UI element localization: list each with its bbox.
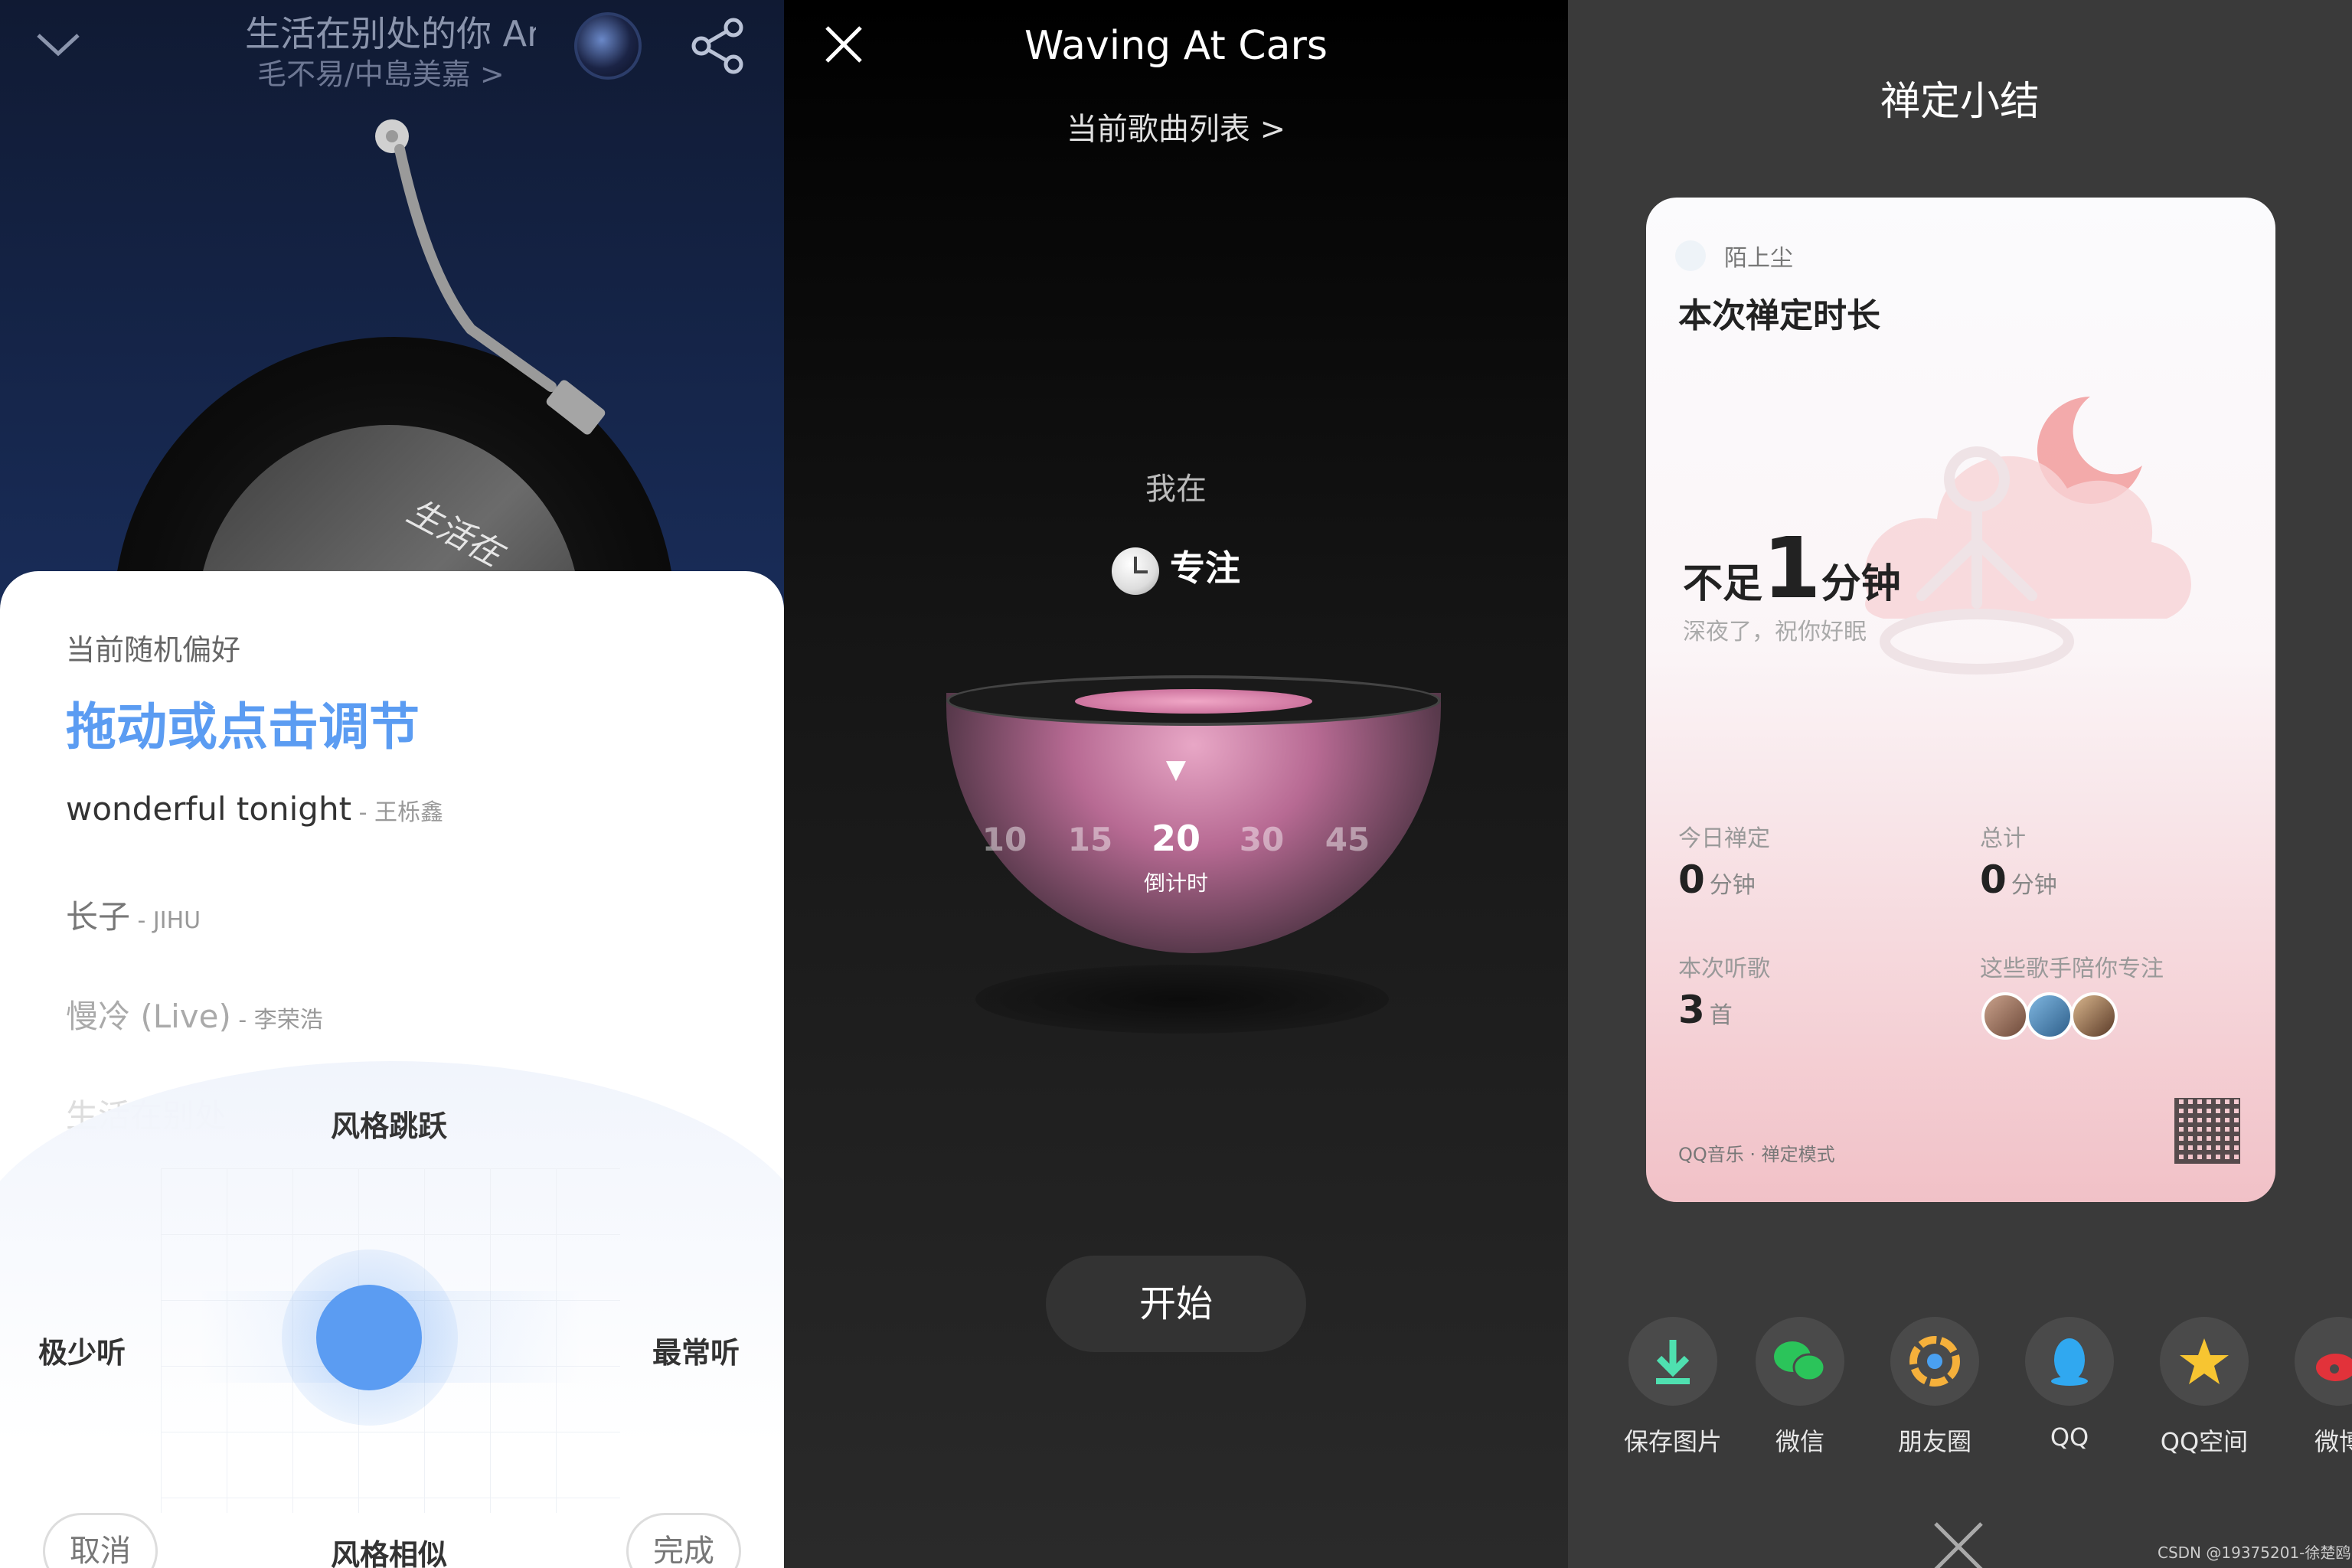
done-button[interactable]: 完成 xyxy=(626,1513,741,1568)
share-label: QQ xyxy=(2050,1423,2089,1452)
singer-avatar xyxy=(2026,992,2073,1040)
dial-marker-icon: ▼ xyxy=(1165,754,1187,785)
track-title: Waving At Cars xyxy=(1024,23,1328,69)
total-unit: 分钟 xyxy=(2011,872,2057,899)
axis-left-label: 极少听 xyxy=(38,1336,126,1370)
user-avatar xyxy=(1675,240,1706,271)
share-label: 微信 xyxy=(1775,1427,1824,1456)
song-list-title: 慢冷 (Live) xyxy=(66,998,231,1035)
duration-prefix: 不足 xyxy=(1683,561,1763,607)
song-list-artist: - 王栎鑫 xyxy=(351,799,443,826)
dial-tick[interactable]: 30 xyxy=(1219,821,1305,858)
share-label: 保存图片 xyxy=(1623,1427,1722,1456)
duration-suffix: 分钟 xyxy=(1821,561,1901,607)
share-qzone[interactable]: QQ空间 xyxy=(2147,1317,2262,1458)
songs-unit: 首 xyxy=(1709,1002,1733,1029)
song-list-artist: - 李荣浩 xyxy=(230,1007,323,1034)
today-number: 0 xyxy=(1678,858,1705,902)
download-icon xyxy=(1628,1317,1717,1406)
clock-icon xyxy=(1112,547,1159,595)
singer-avatar xyxy=(2070,992,2118,1040)
share-save-image[interactable]: 保存图片 xyxy=(1615,1317,1730,1458)
total-value: 0 分钟 xyxy=(1980,858,2057,902)
qr-code xyxy=(2174,1098,2240,1164)
dial-tick[interactable]: 45 xyxy=(1305,821,1390,858)
songs-label: 本次听歌 xyxy=(1678,956,1770,982)
share-wechat[interactable]: 微信 xyxy=(1743,1317,1857,1458)
today-value: 0 分钟 xyxy=(1678,858,1756,902)
axis-top-label: 风格跳跃 xyxy=(331,1109,448,1143)
close-icon[interactable] xyxy=(1928,1516,1989,1568)
duration-number: 1 xyxy=(1762,519,1821,617)
duration-subtitle: 深夜了，祝你好眠 xyxy=(1683,619,1867,645)
cancel-button[interactable]: 取消 xyxy=(43,1513,158,1568)
status-prefix: 我在 xyxy=(1145,472,1207,507)
meditation-summary-panel: 禅定小结 陌上尘 本次禅定时长 不足1分钟 深夜了，祝你好眠 今日禅定 0 分钟 … xyxy=(1568,0,2352,1568)
bowl-inner-glow xyxy=(1075,689,1312,714)
dial-tick[interactable]: 10 xyxy=(962,821,1047,858)
weibo-icon xyxy=(2295,1317,2352,1406)
song-list-item[interactable]: 慢冷 (Live) - 李荣浩 xyxy=(66,991,323,1037)
focus-mode-selector[interactable]: 专注 xyxy=(784,541,1568,595)
today-label: 今日禅定 xyxy=(1678,825,1770,852)
axis-bottom-label: 风格相似 xyxy=(331,1538,448,1568)
song-list-item[interactable]: 长子 - JIHU xyxy=(66,891,201,938)
card-title: 本次禅定时长 xyxy=(1678,296,1880,335)
dial-tick-selected[interactable]: 20 xyxy=(1133,818,1219,859)
share-weibo[interactable]: 微博 xyxy=(2282,1317,2352,1458)
wechat-icon xyxy=(1756,1317,1844,1406)
share-label: 朋友圈 xyxy=(1897,1427,1971,1456)
today-unit: 分钟 xyxy=(1709,872,1756,899)
share-label: 微博 xyxy=(2314,1427,2352,1456)
duration-display: 不足1分钟 xyxy=(1683,519,1901,617)
preference-title: 拖动或点击调节 xyxy=(66,697,420,756)
summary-title: 禅定小结 xyxy=(1880,79,2040,125)
time-dial[interactable]: 10 15 20 30 45 xyxy=(784,818,1568,859)
songs-value: 3首 xyxy=(1678,988,1733,1032)
total-number: 0 xyxy=(1980,858,2007,902)
music-player-panel: 生活在别处的你 Ar 毛不易/中島美嘉 > 生活在 当前随机偏好 拖动或点击调节… xyxy=(0,0,784,1568)
preference-subtitle: 当前随机偏好 xyxy=(66,633,241,667)
user-name: 陌上尘 xyxy=(1724,245,1793,272)
bowl-shadow xyxy=(975,965,1389,1034)
watermark-text: CSDN @19375201-徐楚鸥 xyxy=(2158,1544,2351,1562)
song-list-title: 长子 xyxy=(66,898,131,936)
drag-handle[interactable] xyxy=(316,1285,422,1390)
dial-tick[interactable]: 15 xyxy=(1047,821,1133,858)
song-list-title: wonderful tonight xyxy=(66,790,352,828)
countdown-label: 倒计时 xyxy=(1143,871,1208,896)
qq-icon xyxy=(2025,1317,2114,1406)
cloud-moon-meditation-icon xyxy=(1864,397,2192,675)
focus-timer-panel: Waving At Cars 当前歌曲列表 > 我在 专注 ▼ 10 15 20 30… xyxy=(784,0,1568,1568)
singers-label: 这些歌手陪你专注 xyxy=(1980,956,2164,982)
tonearm xyxy=(375,119,606,435)
start-button[interactable]: 开始 xyxy=(1046,1256,1306,1352)
song-list-artist: - JIHU xyxy=(130,907,201,934)
share-label: QQ空间 xyxy=(2160,1427,2249,1456)
share-moments[interactable]: 朋友圈 xyxy=(1877,1317,1992,1458)
summary-card: 陌上尘 本次禅定时长 不足1分钟 深夜了，祝你好眠 今日禅定 0 分钟 总计 0分… xyxy=(1646,198,2275,1202)
focus-mode-label: 专注 xyxy=(1170,547,1240,589)
songs-number: 3 xyxy=(1678,988,1705,1032)
qzone-icon xyxy=(2160,1317,2249,1406)
singer-avatar xyxy=(1981,992,2029,1040)
playlist-link[interactable]: 当前歌曲列表 > xyxy=(784,104,1568,149)
moments-icon xyxy=(1890,1317,1979,1406)
brand-label: QQ音乐 · 禅定模式 xyxy=(1678,1144,1835,1165)
axis-right-label: 最常听 xyxy=(652,1336,740,1370)
total-label: 总计 xyxy=(1980,825,2026,852)
preference-sheet: 当前随机偏好 拖动或点击调节 wonderful tonight - 王栎鑫 长… xyxy=(0,571,784,1568)
share-qq[interactable]: QQ xyxy=(2012,1317,2127,1452)
song-list-item[interactable]: wonderful tonight - 王栎鑫 xyxy=(66,790,443,828)
